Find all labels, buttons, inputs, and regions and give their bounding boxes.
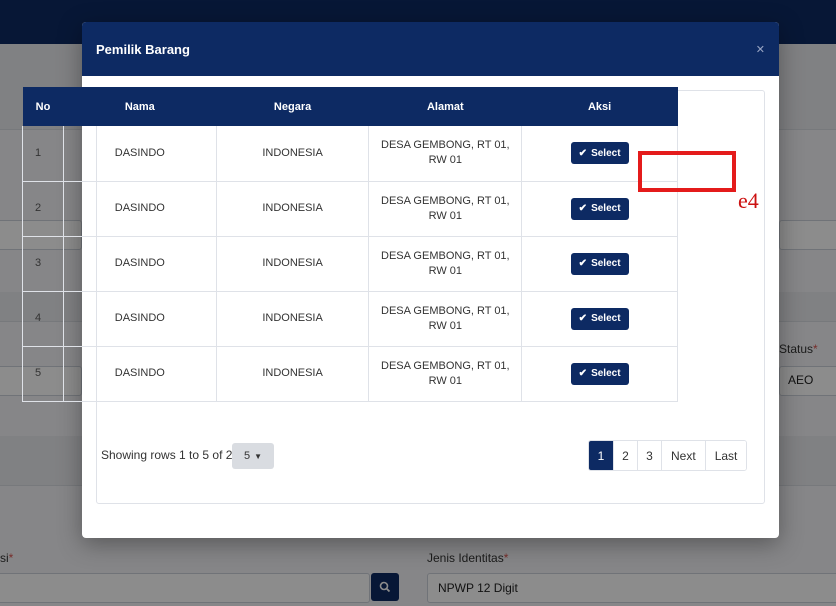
column-header-no[interactable]: No	[22, 87, 64, 126]
table-row: 5 DASINDO INDONESIA DESA GEMBONG, RT 01,…	[22, 346, 678, 402]
select-button[interactable]: ✔ Select	[570, 362, 629, 385]
table-row: 4 DASINDO INDONESIA DESA GEMBONG, RT 01,…	[22, 291, 678, 347]
row-alamat: DESA GEMBONG, RT 01, RW 01	[368, 346, 523, 402]
row-aksi: ✔ Select	[521, 291, 678, 347]
select-button[interactable]: ✔ Select	[570, 252, 629, 275]
row-aksi: ✔ Select	[521, 346, 678, 402]
check-icon: ✔	[578, 313, 588, 324]
close-icon[interactable]: ✕	[756, 43, 765, 56]
check-icon: ✔	[578, 258, 588, 269]
row-alamat: DESA GEMBONG, RT 01, RW 01	[368, 181, 523, 237]
row-no: 4	[22, 291, 64, 347]
check-icon: ✔	[578, 147, 588, 159]
row-no: 5	[22, 346, 64, 402]
row-aksi: ✔ Select	[521, 236, 678, 292]
column-header-aksi: Aksi	[521, 87, 678, 126]
annotation-label: e4	[738, 188, 759, 213]
row-nama: DASINDO	[63, 346, 217, 402]
modal-header: Pemilik Barang ✕	[82, 22, 779, 76]
page-next[interactable]: Next	[661, 441, 705, 470]
select-button[interactable]: ✔ Select	[570, 142, 629, 165]
page-3[interactable]: 3	[637, 441, 661, 470]
row-negara: INDONESIA	[216, 181, 370, 237]
page-1[interactable]: 1	[589, 441, 613, 470]
select-button[interactable]: ✔ Select	[570, 197, 629, 220]
column-header-alamat[interactable]: Alamat	[368, 87, 522, 126]
select-label: Select	[591, 203, 621, 214]
page-last[interactable]: Last	[704, 441, 747, 470]
table-header-row: No Nama Negara Alamat Aksi	[22, 87, 678, 126]
modal-title: Pemilik Barang	[96, 41, 190, 57]
page-2[interactable]: 2	[613, 441, 637, 470]
select-label: Select	[591, 147, 621, 159]
row-nama: DASINDO	[63, 181, 217, 237]
rows-info: Showing rows 1 to 5 of 26	[101, 448, 240, 462]
row-negara: INDONESIA	[216, 291, 370, 347]
select-label: Select	[591, 258, 621, 269]
caret-down-icon: ▼	[254, 451, 263, 461]
table-row: 2 DASINDO INDONESIA DESA GEMBONG, RT 01,…	[22, 181, 678, 237]
row-alamat: DESA GEMBONG, RT 01, RW 01	[368, 126, 523, 182]
row-no: 1	[22, 126, 64, 182]
select-label: Select	[591, 313, 621, 324]
select-label: Select	[591, 368, 621, 379]
check-icon: ✔	[578, 203, 588, 214]
row-alamat: DESA GEMBONG, RT 01, RW 01	[368, 291, 523, 347]
row-nama: DASINDO	[63, 291, 217, 347]
pemilik-table: No Nama Negara Alamat Aksi 1 DASINDO IND…	[22, 87, 678, 402]
row-nama: DASINDO	[63, 236, 217, 292]
column-header-nama[interactable]: Nama	[63, 87, 217, 126]
row-no: 2	[22, 181, 64, 237]
select-button[interactable]: ✔ Select	[570, 307, 629, 330]
table-row: 1 DASINDO INDONESIA DESA GEMBONG, RT 01,…	[22, 126, 678, 182]
row-nama: DASINDO	[63, 126, 217, 182]
row-alamat: DESA GEMBONG, RT 01, RW 01	[368, 236, 523, 292]
row-negara: INDONESIA	[216, 236, 370, 292]
row-negara: INDONESIA	[216, 346, 370, 402]
pagination: 1 2 3 Next Last	[588, 440, 748, 471]
annotation-highlight-box	[638, 151, 736, 192]
check-icon: ✔	[578, 368, 588, 379]
row-negara: INDONESIA	[216, 126, 370, 182]
column-header-negara[interactable]: Negara	[216, 87, 369, 126]
row-no: 3	[22, 236, 64, 292]
page-size-dropdown[interactable]: 5 ▼	[232, 443, 274, 469]
page-size-value: 5	[243, 450, 251, 462]
table-row: 3 DASINDO INDONESIA DESA GEMBONG, RT 01,…	[22, 236, 678, 292]
